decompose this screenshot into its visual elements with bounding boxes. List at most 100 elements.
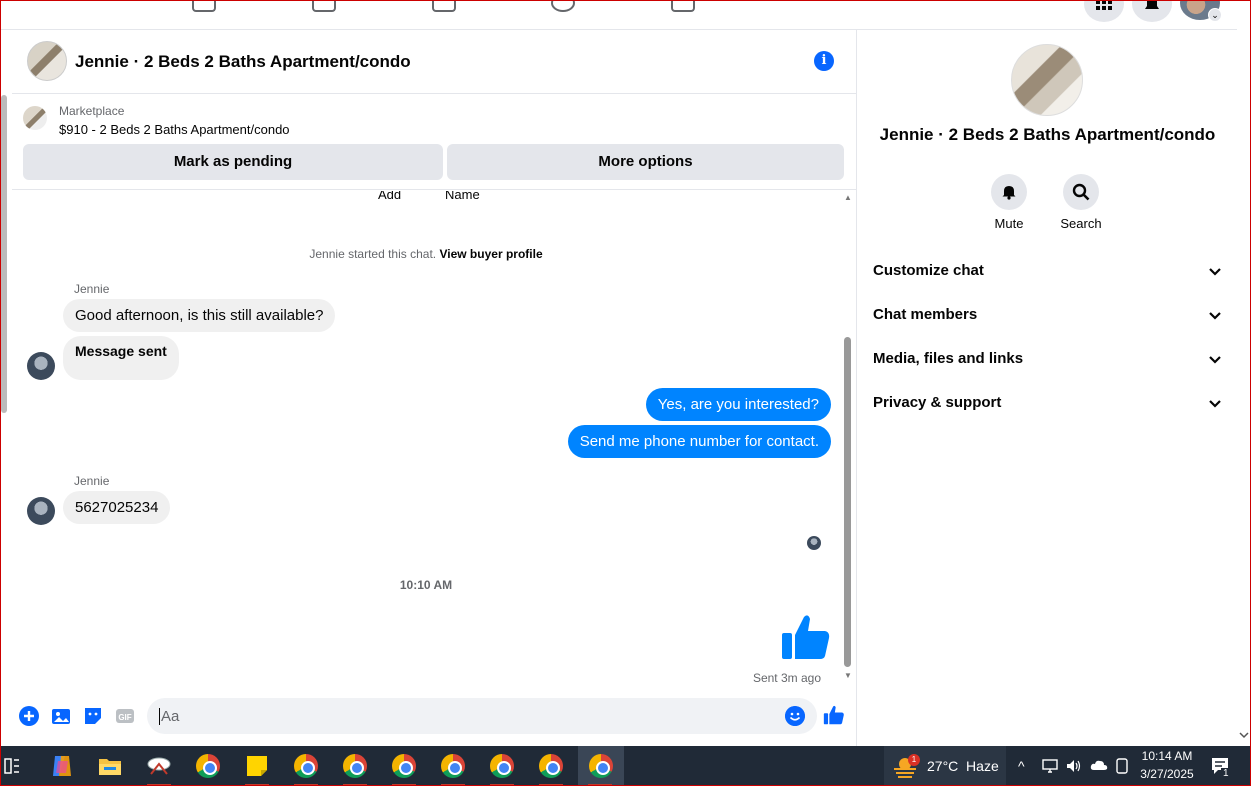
menu-grid-icon[interactable] (1084, 0, 1124, 22)
mute-label: Mute (994, 216, 1024, 231)
home-icon[interactable] (192, 0, 216, 12)
chrome-profile-icon[interactable] (382, 746, 426, 786)
name-label: Name (445, 191, 480, 202)
window-scrollbar[interactable] (1237, 30, 1251, 746)
outgoing-message[interactable]: Send me phone number for contact. (567, 425, 831, 458)
view-buyer-profile-link[interactable]: View buyer profile (439, 247, 542, 261)
snipping-tool-icon[interactable] (137, 746, 181, 786)
section-label: Chat members (873, 306, 978, 323)
sticky-notes-icon[interactable] (235, 746, 279, 786)
chrome-profile-icon[interactable] (480, 746, 524, 786)
listing-title[interactable]: $910 - 2 Beds 2 Baths Apartment/condo (59, 122, 290, 137)
volume-icon[interactable] (1066, 758, 1082, 774)
weather-text: 27°C Haze (927, 758, 999, 774)
sender-avatar[interactable] (27, 497, 55, 525)
incoming-message[interactable]: Good afternoon, is this still available? (63, 299, 336, 332)
details-title: Jennie · 2 Beds 2 Baths Apartment/condo (879, 125, 1216, 144)
account-avatar[interactable]: ⌄ (1180, 0, 1222, 22)
photo-icon[interactable] (51, 706, 71, 726)
gaming-icon[interactable] (671, 0, 695, 12)
sender-name: Jennie (74, 282, 110, 296)
message-input-placeholder: Aa (159, 708, 180, 725)
groups-icon[interactable] (551, 0, 575, 12)
chrome-profile-icon[interactable] (333, 746, 377, 786)
section-label: Customize chat (873, 262, 984, 279)
search-button[interactable]: Search (1046, 174, 1116, 231)
incoming-message[interactable]: 5627025234 (63, 491, 171, 524)
message-timestamp: 10:10 AM (399, 578, 453, 592)
chat-started-notice: Jennie started this chat. View buyer pro… (12, 247, 840, 261)
chevron-down-icon (1209, 268, 1221, 276)
network-icon[interactable] (1042, 758, 1058, 774)
clock-date[interactable]: 3/27/2025 (1138, 767, 1196, 781)
page-scrollbar[interactable] (0, 95, 8, 415)
search-icon (1072, 183, 1090, 201)
chat-header: Jennie · 2 Beds 2 Baths Apartment/condo … (12, 30, 857, 94)
conversation-avatar[interactable] (27, 41, 67, 81)
taskbar: 1 27°C Haze ^ 10:14 AM 3/27/2025 1 (0, 746, 1251, 786)
scrollbar-thumb[interactable] (844, 337, 851, 667)
gif-icon[interactable]: GIF (115, 706, 135, 726)
media-files-links-section[interactable]: Media, files and links (873, 339, 1223, 379)
device-icon[interactable] (1115, 758, 1129, 774)
marketplace-label: Marketplace (59, 104, 125, 118)
chrome-profile-icon[interactable] (284, 746, 328, 786)
plus-circle-icon[interactable] (19, 706, 39, 726)
clock-time[interactable]: 10:14 AM (1140, 749, 1194, 763)
mute-button[interactable]: Mute (974, 174, 1044, 231)
message-composer: GIF Aa (12, 696, 857, 736)
scroll-up-arrow-icon[interactable]: ▲ (844, 193, 852, 202)
chrome-profile-icon[interactable] (529, 746, 573, 786)
seen-indicator-avatar (807, 536, 821, 550)
customize-chat-section[interactable]: Customize chat (873, 251, 1223, 291)
sent-status: Sent 3m ago (752, 671, 821, 685)
copilot-icon[interactable] (40, 746, 84, 786)
task-view-icon[interactable] (0, 746, 34, 786)
notifications-bell-icon[interactable] (1132, 0, 1172, 22)
weather-widget[interactable]: 1 27°C Haze (884, 746, 1006, 786)
chrome-profile-icon[interactable] (431, 746, 475, 786)
details-avatar[interactable] (1011, 44, 1083, 116)
chat-started-text: Jennie started this chat. (309, 247, 437, 261)
chevron-down-icon (1209, 356, 1221, 364)
like-send-icon[interactable] (823, 704, 845, 726)
scroll-down-arrow-icon[interactable]: ▼ (844, 671, 852, 680)
bell-icon (1002, 186, 1016, 200)
section-label: Privacy & support (873, 394, 1002, 411)
onedrive-cloud-icon[interactable] (1090, 758, 1108, 772)
emoji-icon[interactable] (785, 706, 805, 726)
conversation-title[interactable]: Jennie · 2 Beds 2 Baths Apartment/condo (75, 52, 411, 72)
outgoing-message[interactable]: Yes, are you interested? (645, 388, 831, 421)
chat-details-panel: Jennie · 2 Beds 2 Baths Apartment/condo … (858, 30, 1237, 746)
chevron-down-icon (1209, 312, 1221, 320)
notification-count: 1 (1221, 768, 1231, 779)
chrome-active-window-icon[interactable] (578, 746, 624, 786)
message-sent-bubble[interactable]: Message sent (63, 336, 179, 380)
add-label: Add (378, 191, 402, 202)
search-label: Search (1060, 216, 1102, 231)
show-hidden-icons-chevron-icon[interactable]: ^ (1018, 758, 1025, 774)
file-explorer-icon[interactable] (88, 746, 132, 786)
info-icon[interactable]: i (814, 51, 834, 71)
weather-badge: 1 (908, 754, 920, 766)
sender-avatar[interactable] (27, 352, 55, 380)
chat-scrollbar[interactable]: ▲ ▼ (842, 191, 854, 681)
privacy-support-section[interactable]: Privacy & support (873, 383, 1223, 423)
listing-thumbnail[interactable] (23, 106, 47, 130)
message-input[interactable]: Aa (147, 698, 817, 734)
sticker-icon[interactable] (83, 706, 103, 726)
more-options-button[interactable]: More options (447, 144, 844, 180)
thumbs-up-icon[interactable] (780, 611, 832, 663)
scroll-down-arrow-icon[interactable] (1237, 730, 1251, 740)
mark-as-pending-button[interactable]: Mark as pending (23, 144, 443, 180)
video-icon[interactable] (312, 0, 336, 12)
chat-members-section[interactable]: Chat members (873, 295, 1223, 335)
chevron-down-icon[interactable]: ⌄ (1208, 8, 1222, 22)
marketplace-banner: Marketplace $910 - 2 Beds 2 Baths Apartm… (12, 94, 857, 190)
section-label: Media, files and links (873, 350, 1024, 367)
top-navigation: ⌄ (0, 0, 1237, 30)
message-list: Add Name Jennie started this chat. View … (12, 191, 857, 691)
sender-name: Jennie (74, 474, 110, 488)
chrome-icon[interactable] (186, 746, 230, 786)
marketplace-icon[interactable] (432, 0, 456, 12)
